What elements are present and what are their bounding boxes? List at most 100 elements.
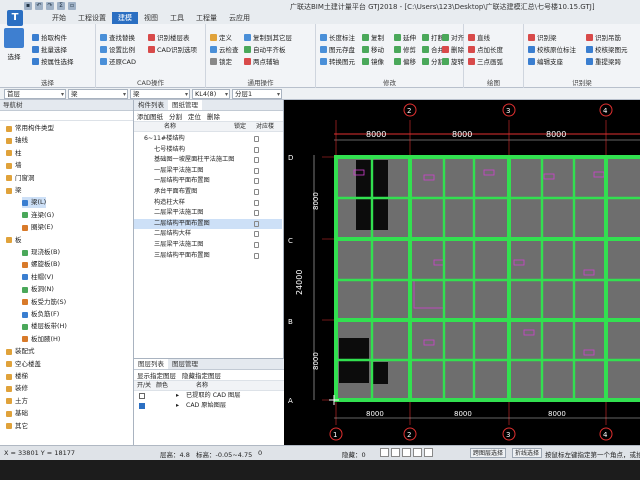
nav-category[interactable]: 土方 — [6, 396, 28, 407]
recognize-beam-button[interactable]: 识别梁 — [528, 32, 557, 42]
lock-icon[interactable] — [254, 146, 259, 153]
nav-subitem[interactable]: 连梁(G) — [22, 210, 54, 221]
nav-subitem[interactable]: 板负筋(F) — [22, 309, 59, 320]
drawing-canvas[interactable]: 8000 8000 8000 2 3 4 24000 8000 8000 D C — [284, 100, 640, 445]
show-layer-button[interactable]: 显示指定图层 — [137, 370, 176, 380]
three-point-arc-button[interactable]: 三点画弧 — [468, 56, 503, 66]
nav-category[interactable]: 轴线 — [6, 135, 28, 146]
find-replace-button[interactable]: 查找替换 — [100, 32, 135, 42]
drawing-row[interactable]: 三层梁平法施工图 — [134, 240, 282, 250]
break-button[interactable]: 打断 — [422, 32, 444, 42]
tab-tools[interactable]: 工具 — [164, 12, 190, 24]
move-button[interactable]: 移动 — [362, 44, 384, 54]
lock-icon[interactable] — [254, 220, 259, 227]
snap-point-icon[interactable] — [402, 448, 411, 457]
nav-category[interactable]: 常用构件类型 — [6, 123, 54, 134]
lock-icon[interactable] — [254, 189, 259, 195]
print-icon[interactable]: ▫ — [68, 2, 76, 10]
polyline-select-button[interactable]: 折线选择 — [512, 448, 543, 458]
drawing-row[interactable]: 6~11#楼结构 — [134, 134, 282, 144]
define-button[interactable]: 定义 — [210, 32, 232, 42]
cad-drawing[interactable]: 8000 8000 8000 2 3 4 24000 8000 8000 D C — [284, 100, 640, 445]
tab-start[interactable]: 开始 — [46, 12, 72, 24]
nav-subitem[interactable]: 板洞(N) — [22, 284, 54, 295]
nav-subitem[interactable]: 现浇板(B) — [22, 247, 60, 258]
nav-category[interactable]: 基础 — [6, 408, 28, 419]
cad-options-button[interactable]: CAD识别选项 — [148, 44, 197, 54]
nav-subitem[interactable]: 板加腋(H) — [22, 334, 60, 345]
align-button[interactable]: 对齐 — [442, 32, 464, 42]
drawing-row[interactable]: 构造柱大样 — [134, 198, 282, 208]
two-point-axis-button[interactable]: 两点辅轴 — [244, 56, 279, 66]
pick-member-button[interactable]: 拾取构件 — [32, 32, 67, 42]
category-select[interactable]: 梁 — [68, 89, 128, 99]
redo-icon[interactable]: ↷ — [46, 2, 54, 10]
save-icon[interactable]: ▪ — [24, 2, 32, 10]
trim-button[interactable]: 修剪 — [394, 44, 416, 54]
drawing-row[interactable]: 二层结构平面布置图 — [134, 218, 282, 229]
drawing-row[interactable]: 二层结构大样 — [134, 229, 282, 239]
mirror-button[interactable]: 镜像 — [362, 56, 384, 66]
nav-category[interactable]: 其它 — [6, 421, 28, 432]
snap-end-icon[interactable] — [424, 448, 433, 457]
rotate-button[interactable]: 旋转 — [442, 56, 464, 66]
drawing-row[interactable]: 三层结构平面布置图 — [134, 251, 282, 261]
add-drawing-button[interactable]: 添加图纸 — [137, 111, 163, 121]
nav-subitem[interactable]: 柱帽(V) — [22, 272, 54, 283]
re-extract-span-button[interactable]: 重提梁跨 — [586, 56, 621, 66]
nav-subitem[interactable]: 梁(L) — [22, 197, 47, 209]
nav-category[interactable]: 装配式 — [6, 346, 35, 357]
nav-category[interactable]: 装修 — [6, 383, 28, 394]
app-logo[interactable]: T — [7, 10, 23, 26]
recognize-hanger-button[interactable]: 识别吊筋 — [586, 32, 621, 42]
layer-row[interactable]: ▸ CAD 原始图层 — [134, 401, 284, 411]
extend-button[interactable]: 延伸 — [394, 32, 416, 42]
drawing-row[interactable]: 基础图一坡屋面柱平法施工图 — [134, 155, 282, 165]
delete-button[interactable]: 删除 — [442, 44, 464, 54]
lock-icon[interactable] — [254, 242, 259, 248]
floor-select[interactable]: 首层 — [4, 89, 66, 99]
tab-component-list[interactable]: 构件列表 — [134, 100, 168, 110]
member-select[interactable]: KL4(8) — [192, 89, 230, 99]
lock-icon[interactable] — [254, 178, 259, 185]
expand-icon[interactable]: ▸ — [176, 391, 179, 401]
auto-align-slab-button[interactable]: 自动平齐板 — [244, 44, 286, 54]
delete-drawing-button[interactable]: 删除 — [207, 111, 220, 121]
nav-subitem[interactable]: 板受力筋(S) — [22, 297, 66, 308]
check-annotation-button[interactable]: 校核原位标注 — [528, 44, 576, 54]
nav-category[interactable]: 空心楼盖 — [6, 359, 41, 370]
check-beam-button[interactable]: 校核梁图元 — [586, 44, 628, 54]
copy-button[interactable]: 复制 — [362, 32, 384, 42]
merge-button[interactable]: 合并 — [422, 44, 444, 54]
tab-modeling[interactable]: 建模 — [112, 12, 138, 24]
drawing-row[interactable]: 承台平面布置图 — [134, 187, 282, 197]
undo-icon[interactable]: ↶ — [35, 2, 43, 10]
convert-elements-button[interactable]: 转换图元 — [320, 56, 355, 66]
snap-ortho-icon[interactable] — [391, 448, 400, 457]
nav-subitem[interactable]: 圈梁(E) — [22, 222, 53, 233]
tab-quantities[interactable]: 工程量 — [190, 12, 223, 24]
layer-row[interactable]: ▸ 已提取的 CAD 图层 — [134, 391, 284, 401]
drawing-row[interactable]: 一层梁平法施工图 — [134, 166, 282, 176]
offset-button[interactable]: 偏移 — [394, 56, 416, 66]
layer-checkbox[interactable] — [139, 393, 145, 399]
nav-category[interactable]: 门窗洞 — [6, 173, 35, 184]
snap-mid-icon[interactable] — [413, 448, 422, 457]
lock-icon[interactable] — [254, 136, 259, 142]
nav-category[interactable]: 楼梯 — [6, 371, 28, 382]
layer-select[interactable]: 分层1 — [232, 89, 282, 99]
lock-icon[interactable] — [254, 252, 259, 259]
nav-category[interactable]: 板 — [6, 235, 22, 246]
nav-subitem[interactable]: 螺旋板(B) — [22, 259, 60, 270]
layer-checkbox[interactable] — [139, 403, 145, 409]
point-length-button[interactable]: 点加长度 — [468, 44, 503, 54]
tab-layer-list[interactable]: 图层列表 — [134, 359, 168, 369]
drawing-row[interactable]: 一层结构平面布置图 — [134, 176, 282, 186]
copy-to-floor-button[interactable]: 复制到其它层 — [244, 32, 292, 42]
locate-button[interactable]: 定位 — [188, 111, 201, 121]
recognize-floor-table-button[interactable]: 识别楼层表 — [148, 32, 190, 42]
tab-view[interactable]: 视图 — [138, 12, 164, 24]
sum-icon[interactable]: Σ — [57, 2, 65, 10]
lock-icon[interactable] — [254, 199, 259, 206]
tab-drawing-management[interactable]: 图纸管理 — [168, 100, 202, 110]
